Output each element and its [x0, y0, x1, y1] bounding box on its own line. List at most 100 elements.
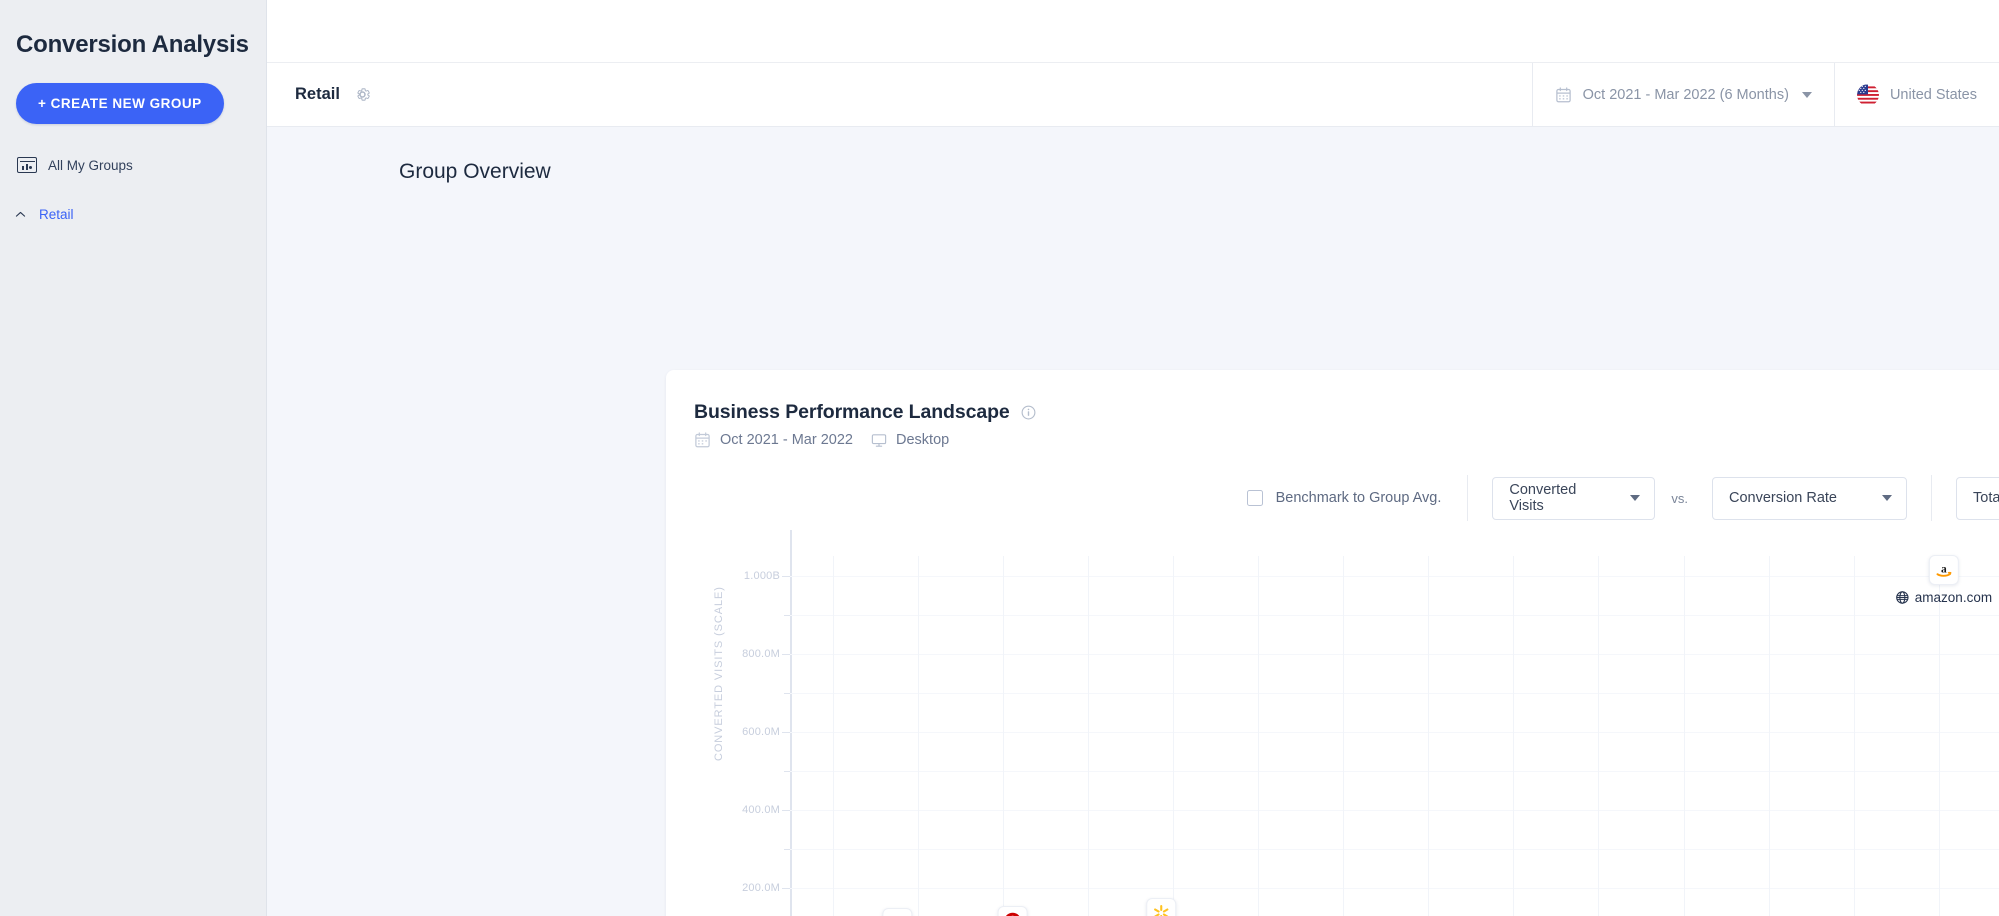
- y-tick-label: 1.000B: [743, 569, 780, 582]
- sidebar-item-label: Retail: [39, 207, 74, 222]
- chevron-down-icon: [1801, 91, 1812, 98]
- gridline-vertical: [1002, 556, 1004, 916]
- group-name-title: Retail: [295, 85, 340, 103]
- gridline-horizontal: [790, 731, 1999, 733]
- sub-header: Retail Oct 2021 - Mar 2022 (6 Months) Un…: [267, 63, 1999, 127]
- desktop-icon: [871, 433, 887, 447]
- gridline-vertical: [1258, 556, 1260, 916]
- y-tick-label: 400.0M: [742, 803, 780, 816]
- benchmark-checkbox-wrap[interactable]: Benchmark to Group Avg.: [1246, 490, 1468, 506]
- y-axis-line: [790, 530, 792, 916]
- card-title-row: Business Performance Landscape: [694, 401, 1999, 424]
- gridline-horizontal-minor: [790, 848, 1999, 850]
- country-selector[interactable]: United States: [1833, 63, 1999, 126]
- gridline-vertical: [1598, 556, 1600, 916]
- scatter-point-costco-com[interactable]: costco.com: [854, 907, 941, 916]
- scatter-point-target-com[interactable]: target.com: [972, 906, 1055, 916]
- scatter-point-walmart-com[interactable]: walmart.com: [1113, 897, 1209, 916]
- benchmark-label: Benchmark to Group Avg.: [1275, 490, 1442, 506]
- gridline-horizontal-minor: [790, 614, 1999, 616]
- target-logo: [997, 906, 1028, 916]
- gridline-vertical: [1172, 556, 1174, 916]
- gridline-vertical: [1428, 556, 1430, 916]
- gridline-vertical: [1938, 556, 1940, 916]
- costco-logo: [882, 907, 913, 916]
- metric-y-select[interactable]: Converted Visits: [1492, 476, 1656, 520]
- sidebar-item-all-my-groups[interactable]: All My Groups: [0, 150, 266, 180]
- main-area: Retail Oct 2021 - Mar 2022 (6 Months) Un…: [267, 0, 1999, 916]
- y-tick-label: 200.0M: [742, 881, 780, 894]
- create-new-group-button[interactable]: + CREATE NEW GROUP: [16, 83, 224, 124]
- sidebar-nav: All My Groups Retail: [0, 150, 266, 229]
- scatter-point-domain: amazon.com: [1914, 590, 1993, 606]
- content-area: Group Overview Business Performance Land…: [267, 127, 1999, 916]
- page-title: Group Overview: [399, 160, 551, 183]
- dashboard-icon: [17, 157, 37, 173]
- y-tick-mark-minor: [784, 848, 790, 850]
- gridline-horizontal: [790, 575, 1999, 577]
- app-root: Conversion Analysis + CREATE NEW GROUP A…: [0, 0, 1999, 916]
- date-range-value: Oct 2021 - Mar 2022 (6 Months): [1582, 86, 1789, 103]
- chevron-up-icon: [15, 211, 26, 217]
- scatter-point-label: amazon.com: [1896, 590, 1992, 605]
- vs-label: vs.: [1671, 490, 1688, 506]
- date-range-selector[interactable]: Oct 2021 - Mar 2022 (6 Months): [1531, 63, 1834, 126]
- traffic-select[interactable]: Total Traffic: [1956, 476, 1999, 520]
- metric-x-value: Conversion Rate: [1729, 490, 1837, 506]
- gear-icon[interactable]: [353, 85, 372, 104]
- y-tick-mark-minor: [784, 692, 790, 694]
- info-icon[interactable]: [1021, 405, 1036, 420]
- metric-y-value: Converted Visits: [1509, 482, 1577, 514]
- amazon-logo: a: [1928, 555, 1959, 586]
- sidebar-item-label: All My Groups: [48, 157, 133, 173]
- top-bar: [267, 0, 1999, 63]
- country-value: United States: [1889, 86, 1977, 103]
- sidebar-item-retail[interactable]: Retail: [0, 200, 266, 229]
- gridline-vertical: [917, 556, 919, 916]
- card-meta-date: Oct 2021 - Mar 2022: [720, 432, 853, 448]
- sidebar: Conversion Analysis + CREATE NEW GROUP A…: [0, 0, 267, 916]
- gridline-horizontal-minor: [790, 692, 1999, 694]
- traffic-value: Total Traffic: [1973, 490, 1999, 506]
- business-performance-landscape-card: Business Performance Landscape Oct 2021 …: [666, 370, 1999, 916]
- gridline-vertical: [1853, 556, 1855, 916]
- chart-controls: Benchmark to Group Avg. Converted Visits…: [666, 449, 1999, 521]
- globe-icon: [1896, 591, 1909, 604]
- y-tick-mark: [782, 653, 790, 655]
- gridline-vertical: [1768, 556, 1770, 916]
- gridline-horizontal-minor: [790, 770, 1999, 772]
- svg-text:a: a: [1941, 564, 1947, 576]
- card-meta: Oct 2021 - Mar 2022 Desktop: [694, 431, 1999, 449]
- gridline-vertical: [1087, 556, 1089, 916]
- gridline-vertical: [1683, 556, 1685, 916]
- y-tick-mark-minor: [784, 770, 790, 772]
- metric-x-select[interactable]: Conversion Rate: [1712, 476, 1907, 520]
- walmart-logo: [1146, 897, 1177, 916]
- gridline-horizontal: [790, 887, 1999, 889]
- y-axis-title: CONVERTED VISITS (SCALE): [713, 586, 725, 761]
- sub-header-left: Retail: [267, 63, 1532, 126]
- y-tick-mark: [782, 731, 790, 733]
- y-tick-mark: [782, 575, 790, 577]
- benchmark-checkbox[interactable]: [1246, 490, 1263, 506]
- gridline-horizontal: [790, 809, 1999, 811]
- chevron-down-icon: [1882, 495, 1892, 501]
- y-tick-label: 600.0M: [742, 725, 780, 738]
- y-tick-label: 800.0M: [742, 647, 780, 660]
- y-tick-mark: [782, 887, 790, 889]
- y-tick-mark: [782, 809, 790, 811]
- controls-divider: [1467, 475, 1469, 521]
- gridline-vertical: [1343, 556, 1345, 916]
- card-meta-device: Desktop: [896, 432, 950, 448]
- controls-divider: [1931, 475, 1932, 521]
- card-header: Business Performance Landscape Oct 2021 …: [666, 370, 1999, 449]
- scatter-point-amazon-com[interactable]: a amazon.com: [1896, 555, 1992, 605]
- scatter-chart: CONVERTED VISITS (SCALE) CONVERSION RATE…: [666, 530, 1999, 916]
- plot-region: N/A200.0M400.0M600.0M800.0M1.000B5.0%5.5…: [742, 530, 1999, 916]
- gridline-horizontal: [790, 653, 1999, 655]
- gridline-vertical: [1513, 556, 1515, 916]
- sidebar-title: Conversion Analysis: [16, 31, 249, 58]
- y-tick-mark-minor: [784, 614, 790, 616]
- calendar-icon: [695, 432, 710, 448]
- card-title: Business Performance Landscape: [694, 401, 1010, 423]
